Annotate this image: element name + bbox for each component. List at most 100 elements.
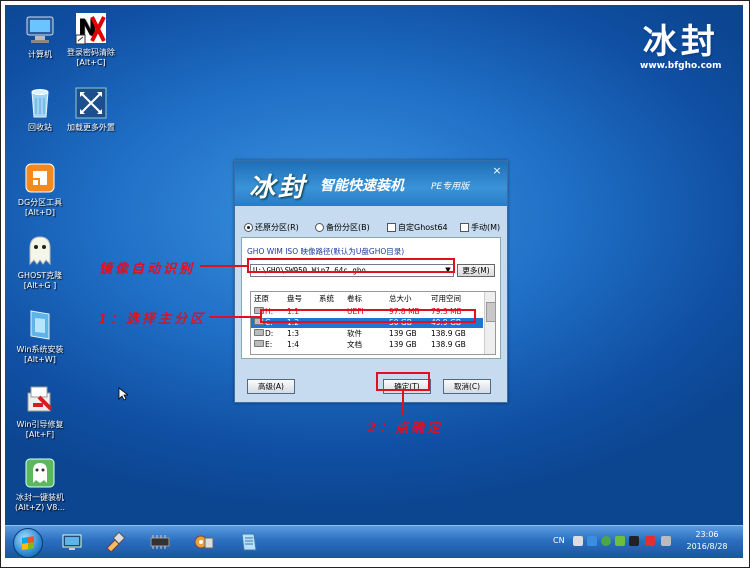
brand-name: 冰封	[642, 22, 719, 62]
dialog-title-brand: 冰封	[249, 173, 308, 203]
annotation-arrow-path	[200, 265, 247, 267]
close-icon[interactable]: ×	[491, 164, 503, 177]
option-manual[interactable]: 手动(M)	[460, 222, 500, 233]
clock-time: 23:06	[695, 530, 719, 539]
cell-label: 文档	[347, 340, 362, 349]
brand-logo: 冰封 www.bfgho.com	[640, 23, 722, 71]
desktop-icon-label: 登录密码清除 [Alt+C]	[67, 48, 115, 67]
cell-disk: 1:3	[287, 329, 300, 338]
highlight-partition	[260, 309, 476, 323]
desktop-icon-label: DG分区工具 [Alt+D]	[17, 198, 63, 217]
taskbar-memory-chip-icon[interactable]	[149, 532, 171, 552]
desktop-icon-password-clear[interactable]: N 登录密码清除 [Alt+C]	[56, 11, 126, 68]
radio-icon	[244, 223, 253, 232]
desktop-icon-label: GHOST克隆 [Alt+G ]	[17, 271, 63, 290]
desktop-icon-win-install[interactable]: Win系统安装 [Alt+W]	[5, 308, 75, 365]
desktop-icon-ghost[interactable]: GHOST克隆 [Alt+G ]	[5, 234, 75, 291]
cell-total: 139 GB	[389, 340, 417, 349]
clock[interactable]: 23:06 2016/8/28	[679, 529, 735, 553]
col-header-free: 可用空间	[431, 294, 461, 303]
scrollbar-thumb[interactable]	[486, 302, 495, 322]
col-header-disk: 盘号	[287, 294, 302, 303]
option-label: 还原分区(R)	[255, 223, 299, 232]
annotation-partition: 1：选择主分区	[98, 312, 207, 327]
checkbox-icon	[460, 223, 469, 232]
radio-icon	[315, 223, 324, 232]
dg-partition-icon	[23, 161, 57, 195]
table-row[interactable]: D: 1:3 软件 139 GB 138.9 GB	[251, 329, 483, 339]
desktop-icon-label: 加载更多外置	[67, 123, 115, 132]
desktop-icon-load-external[interactable]: 加载更多外置	[56, 86, 126, 133]
disk-icon	[254, 329, 264, 339]
windows-install-icon	[23, 308, 57, 342]
display-icon[interactable]	[629, 536, 639, 546]
update-icon[interactable]	[615, 536, 625, 546]
cell-label: 软件	[347, 329, 362, 338]
desktop-icon-label: Win引导修复 [Alt+F]	[16, 420, 64, 439]
option-restore-partition[interactable]: 还原分区(R)	[244, 222, 299, 233]
password-clear-icon: N	[74, 11, 108, 45]
annotation-arrow-partition	[209, 316, 260, 318]
desktop: 计算机 N 登录密码清除 [Alt+C] 回收站 加载更多外置 DG分区工具 […	[5, 5, 743, 529]
annotation-path: 镜像自动识别	[99, 262, 196, 277]
col-header-system: 系统	[319, 294, 334, 303]
option-label: 备份分区(B)	[326, 223, 370, 232]
clock-date: 2016/8/28	[686, 542, 728, 551]
table-scrollbar[interactable]	[484, 292, 495, 354]
taskbar-brush-icon[interactable]	[103, 531, 126, 553]
cell-restore: E:	[265, 340, 273, 349]
antivirus-icon[interactable]	[601, 536, 611, 546]
desktop-icon-label: 冰封一键装机 (Alt+Z) V8...	[15, 493, 65, 512]
cell-disk: 1:4	[287, 340, 300, 349]
battery-icon[interactable]	[661, 536, 671, 546]
option-backup-partition[interactable]: 备份分区(B)	[315, 222, 370, 233]
ghost-icon	[23, 234, 57, 268]
dialog-header: 冰封 智能快速装机 PE专用版 ×	[235, 161, 507, 206]
disk-tool-icon[interactable]	[645, 536, 655, 546]
one-click-install-icon	[23, 456, 57, 490]
recycle-bin-icon	[23, 86, 57, 120]
cell-free: 138.9 GB	[431, 340, 466, 349]
taskbar: CN 23:06 2016/8/28	[5, 525, 743, 558]
taskbar-monitor-icon[interactable]	[61, 532, 83, 552]
boot-repair-icon	[23, 383, 57, 417]
col-header-label: 卷标	[347, 294, 362, 303]
option-label: 手动(M)	[471, 223, 501, 232]
more-button[interactable]: 更多(M)	[457, 264, 495, 277]
desktop-icon-boot-repair[interactable]: Win引导修复 [Alt+F]	[5, 383, 75, 440]
install-dialog: 冰封 智能快速装机 PE专用版 × 还原分区(R) 备份分区(B) 自定Ghos…	[234, 160, 508, 403]
dialog-title-main: 智能快速装机	[320, 178, 404, 194]
language-indicator[interactable]: CN	[553, 536, 565, 545]
highlight-path	[247, 258, 455, 273]
cell-total: 139 GB	[389, 329, 417, 338]
network-icon[interactable]	[573, 536, 583, 546]
col-header-total: 总大小	[389, 294, 412, 303]
disk-icon	[254, 340, 264, 350]
mouse-pointer-icon	[118, 387, 128, 401]
cell-free: 138.9 GB	[431, 329, 466, 338]
table-row[interactable]: E: 1:4 文档 139 GB 138.9 GB	[251, 340, 483, 350]
cell-restore: D:	[265, 329, 274, 338]
col-header-restore: 还原	[254, 294, 269, 303]
volume-icon[interactable]	[587, 536, 597, 546]
desktop-icon-dg-partition[interactable]: DG分区工具 [Alt+D]	[5, 161, 75, 218]
annotation-confirm: 2：点确定	[367, 421, 444, 436]
desktop-icon-label: Win系统安装 [Alt+W]	[16, 345, 64, 364]
table-header: 还原 盘号 系统 卷标 总大小 可用空间	[251, 294, 483, 304]
image-path-label: GHO WIM ISO 映像路径(默认为U盘GHO目录)	[247, 247, 405, 256]
expand-arrows-icon	[74, 86, 108, 120]
taskbar-notepad-icon[interactable]	[237, 532, 259, 552]
advanced-button[interactable]: 高级(A)	[247, 379, 295, 394]
taskbar-tools-icon[interactable]	[193, 532, 215, 552]
desktop-icon-one-click-install[interactable]: 冰封一键装机 (Alt+Z) V8...	[5, 456, 75, 513]
highlight-ok	[376, 372, 430, 391]
computer-icon	[23, 13, 57, 47]
dialog-title-edition: PE专用版	[431, 182, 470, 192]
option-custom-ghost64[interactable]: 自定Ghost64	[387, 222, 448, 233]
brand-url: www.bfgho.com	[640, 61, 722, 71]
partition-table: 还原 盘号 系统 卷标 总大小 可用空间 H: 1:1 UEFI 97.8 MB…	[250, 291, 496, 355]
checkbox-icon	[387, 223, 396, 232]
option-label: 自定Ghost64	[398, 223, 448, 232]
cancel-button[interactable]: 取消(C)	[443, 379, 491, 394]
start-button[interactable]	[13, 528, 43, 558]
